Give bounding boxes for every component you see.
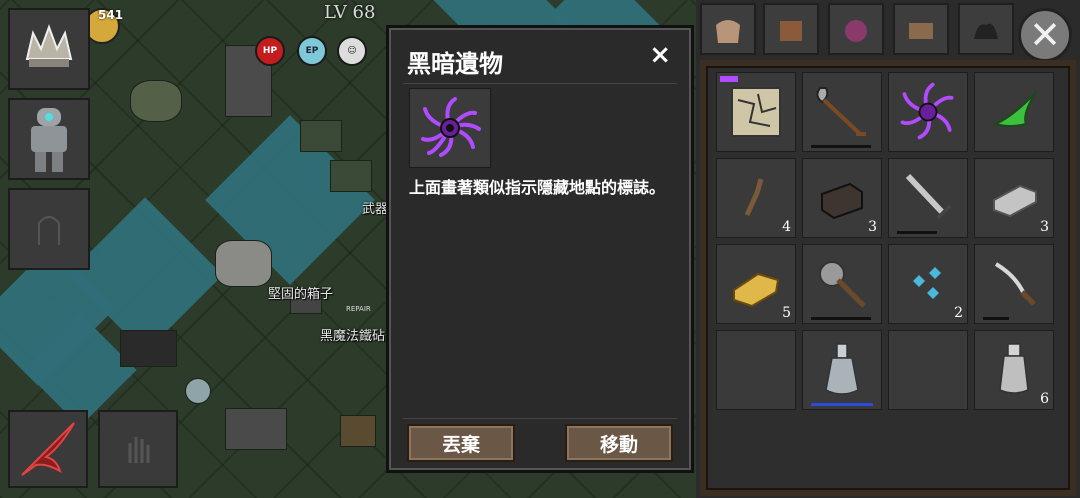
bag-icon: [716, 20, 740, 43]
tab-storage[interactable]: [893, 3, 949, 55]
gold-ingot-icon: [733, 272, 780, 308]
clear-bottle-icon: [999, 343, 1029, 394]
map-label-sturdy-box: 堅固的箱子: [268, 287, 334, 302]
map-scroll-icon: [731, 87, 781, 137]
inventory-slot-empty[interactable]: [888, 330, 968, 410]
map-label-repair: REPAIR: [346, 305, 371, 313]
inventory-slot[interactable]: [888, 158, 968, 238]
inventory-slot[interactable]: [974, 72, 1054, 152]
tab-bag[interactable]: [700, 3, 756, 55]
discard-button[interactable]: 丟棄: [407, 424, 515, 462]
hp-indicator[interactable]: HP: [255, 36, 285, 66]
inventory-slot[interactable]: 5: [716, 244, 796, 324]
spiked-mace-icon: [819, 261, 866, 308]
move-button[interactable]: 移動: [565, 424, 673, 462]
dagger-icon: [994, 262, 1036, 306]
time-badge: 541: [98, 8, 124, 22]
iron-sword-icon: [905, 173, 952, 220]
durability-bar: [983, 317, 1009, 320]
glass-bottle-icon: [825, 343, 859, 395]
divider: [403, 418, 677, 419]
map-label-weapon: 武器: [362, 202, 389, 217]
tab-crafting[interactable]: [763, 3, 819, 55]
crown-icon: [25, 24, 73, 67]
item-count: 6: [1040, 391, 1049, 407]
blue-crystal-icon: [913, 267, 941, 299]
inventory-slot[interactable]: 2: [888, 244, 968, 324]
divider: [403, 83, 677, 84]
inventory-slot[interactable]: [974, 244, 1054, 324]
item-count: 2: [954, 305, 963, 321]
equip-slot-cloak[interactable]: [8, 188, 90, 270]
shovel-icon: [816, 87, 866, 136]
item-description: 上面畫著類似指示隱藏地點的標誌。: [409, 178, 666, 197]
inventory-slot-selected[interactable]: [888, 72, 968, 152]
dark-relic-icon: [900, 82, 954, 140]
inventory-slot[interactable]: [802, 72, 882, 152]
player-level: LV 68: [324, 2, 376, 23]
cloak-outline-icon: [38, 216, 60, 245]
inventory-slot[interactable]: [802, 244, 882, 324]
item-count: 4: [782, 219, 791, 235]
item-title: 黑暗遺物: [407, 50, 503, 78]
inventory-slot[interactable]: 3: [802, 158, 882, 238]
fill-level-bar: [811, 403, 873, 406]
glove-outline-icon: [128, 437, 150, 463]
tab-pet[interactable]: [958, 3, 1014, 55]
equip-slot-head[interactable]: [8, 8, 90, 90]
pet-icon: [974, 23, 998, 39]
inventory-slot[interactable]: [716, 72, 796, 152]
inventory-slot-empty[interactable]: [716, 330, 796, 410]
durability-bar: [811, 145, 871, 148]
panel-close-button[interactable]: ✕: [1018, 8, 1072, 62]
dark-relic-icon: [421, 97, 481, 157]
crafting-icon: [780, 21, 802, 41]
item-icon-box: [409, 88, 491, 168]
weapon-slot[interactable]: [8, 410, 88, 488]
item-count: 3: [1040, 219, 1049, 235]
inventory-slot[interactable]: [802, 330, 882, 410]
inventory-slot[interactable]: 4: [716, 158, 796, 238]
potion-bag-icon: [845, 20, 867, 42]
armor-icon: [31, 108, 67, 172]
durability-bar: [897, 231, 937, 234]
red-blade-icon: [21, 422, 75, 476]
item-detail-dialog: 黑暗遺物 × 上面畫著類似指示隱藏地點的標誌。 丟棄 移動: [386, 25, 694, 473]
brick-icon: [821, 182, 863, 220]
inventory-slot[interactable]: 3: [974, 158, 1054, 238]
new-item-marker: [720, 76, 738, 82]
inventory-grid: 4 3 3 5 2 6: [700, 60, 1076, 496]
equip-slot-body[interactable]: [8, 98, 90, 180]
iron-ingot-icon: [993, 184, 1037, 218]
mood-indicator-icon[interactable]: ☺: [337, 36, 367, 66]
glove-slot[interactable]: [98, 410, 178, 488]
item-count: 5: [782, 305, 791, 321]
wood-branch-icon: [744, 178, 764, 217]
ep-indicator[interactable]: EP: [297, 36, 327, 66]
tab-potions[interactable]: [828, 3, 884, 55]
item-count: 3: [868, 219, 877, 235]
map-label-black-magic: 黑魔法鐵砧: [320, 329, 386, 344]
durability-bar: [811, 317, 871, 320]
green-herb-icon: [993, 91, 1037, 127]
inventory-slot[interactable]: 6: [974, 330, 1054, 410]
chest-icon: [909, 23, 933, 39]
dialog-close-button[interactable]: ×: [649, 40, 671, 70]
